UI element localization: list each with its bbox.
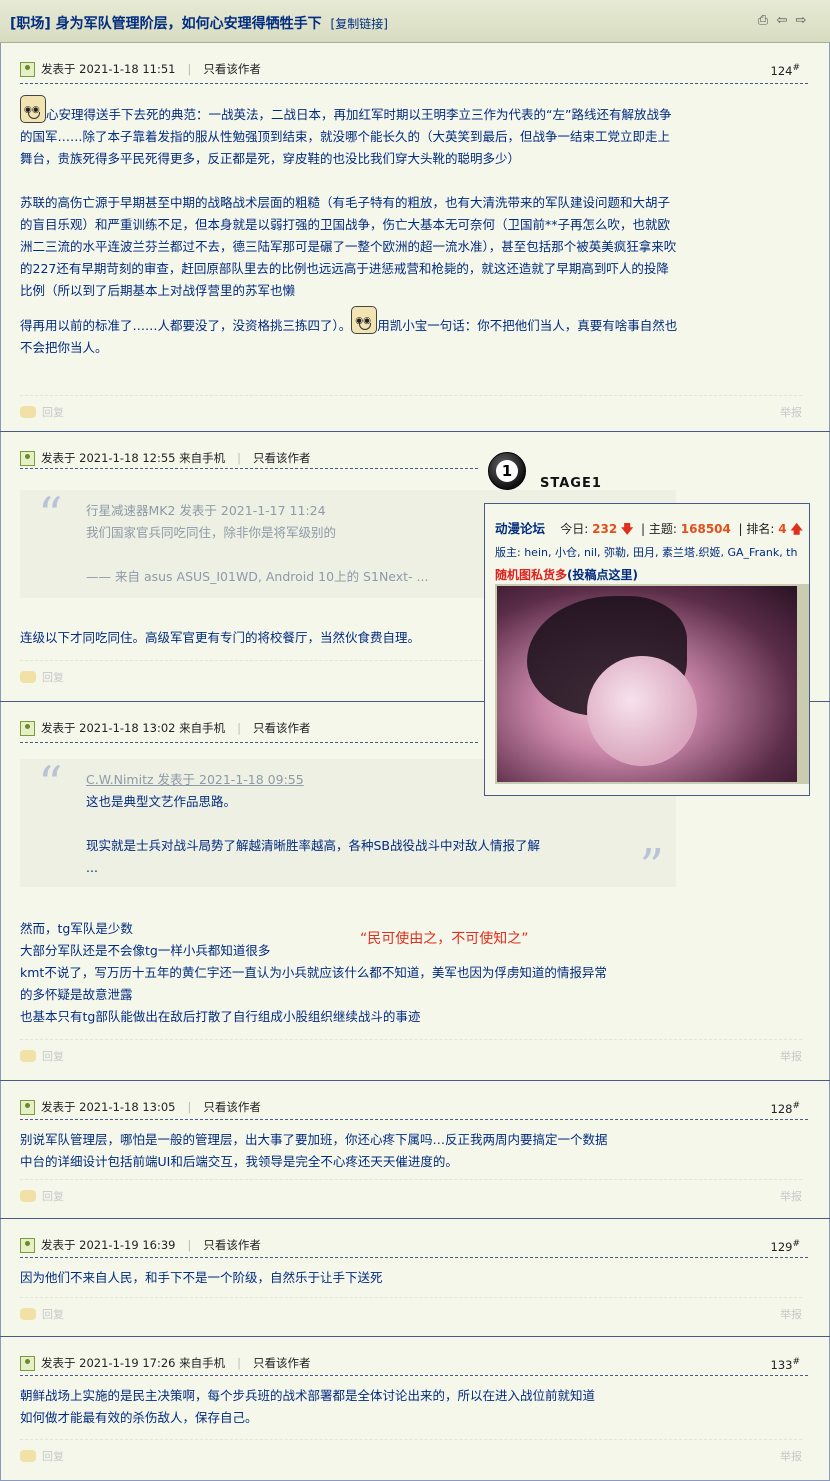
- post-footer: 回复 举报: [20, 1297, 802, 1322]
- post-meta: 发表于 2021-1-19 17:26 来自手机 | 只看该作者: [20, 1353, 311, 1373]
- reply-button[interactable]: 回复: [20, 669, 64, 685]
- post-128: 发表于 2021-1-18 13:05 | 只看该作者 128# 别说军队管理层…: [0, 1081, 830, 1219]
- only-author-link[interactable]: 只看该作者: [203, 1099, 261, 1115]
- user-icon[interactable]: [20, 1355, 35, 1371]
- forum-name-link[interactable]: 动漫论坛: [495, 521, 545, 536]
- only-author-link[interactable]: 只看该作者: [253, 450, 311, 466]
- prev-icon[interactable]: ⇦: [775, 14, 789, 28]
- copy-link[interactable]: [复制链接]: [331, 17, 388, 31]
- report-button[interactable]: 举报: [780, 1188, 802, 1204]
- random-pic-header: 随机图私货多(投稿点这里): [495, 568, 638, 582]
- report-button[interactable]: 举报: [780, 1448, 802, 1464]
- post-body: 别说军队管理层，哪怕是一般的管理层，出大事了要加班，你还心疼下属吗…反正我两周内…: [20, 1132, 608, 1169]
- thread-title: [职场] 身为军队管理阶层，如何心安理得牺牲手下 [复制链接]: [10, 16, 388, 32]
- moderator-list: 版主: hein, 小仓, nil, 弥勒, 田月, 素兰塔.织姬, GA_Fr…: [495, 546, 798, 559]
- post-body: 朝鲜战场上实施的是民主决策啊，每个步兵班的战术部署都是全体讨论出来的，所以在进入…: [20, 1388, 596, 1425]
- reply-icon: [20, 1190, 36, 1202]
- reply-button[interactable]: 回复: [20, 404, 64, 420]
- user-icon[interactable]: [20, 720, 35, 736]
- open-quote-icon: “: [38, 487, 63, 543]
- user-icon[interactable]: [20, 1237, 35, 1253]
- post-body: 心安理得送手下去死的典范：一战英法，二战日本，再加红军时期以王明李立三作为代表的…: [20, 95, 680, 359]
- header-tools: ⎙ ⇦ ⇨: [756, 14, 808, 28]
- stage-label: STAGE1: [540, 476, 602, 491]
- quote-author: 行星减速器MK2 发表于 2021-1-17 11:24: [86, 503, 326, 518]
- post-meta: 发表于 2021-1-19 16:39 | 只看该作者: [20, 1235, 261, 1255]
- post-meta: 发表于 2021-1-18 13:02 来自手机 | 只看该作者: [20, 718, 311, 738]
- open-quote-icon: “: [38, 756, 63, 812]
- post-meta: 发表于 2021-1-18 13:05 | 只看该作者: [20, 1097, 261, 1117]
- post-129: 发表于 2021-1-19 16:39 | 只看该作者 129# 因为他们不来自…: [0, 1219, 830, 1337]
- post-footer: 回复 举报: [20, 395, 802, 420]
- print-icon[interactable]: ⎙: [756, 14, 770, 28]
- only-author-link[interactable]: 只看该作者: [203, 1237, 261, 1253]
- reply-icon: [20, 1308, 36, 1320]
- next-icon[interactable]: ⇨: [794, 14, 808, 28]
- post-meta: 发表于 2021-1-18 11:51 | 只看该作者: [20, 59, 261, 79]
- down-arrow-icon: 🡇: [621, 522, 634, 536]
- post-133: 发表于 2021-1-19 17:26 来自手机 | 只看该作者 133# 朝鲜…: [0, 1337, 830, 1481]
- smiley-emoticon-icon: [20, 95, 46, 123]
- user-icon[interactable]: [20, 61, 35, 77]
- only-author-link[interactable]: 只看该作者: [253, 1355, 311, 1371]
- floor-number[interactable]: 133#: [771, 1357, 801, 1372]
- stage-badge-icon: 1: [484, 448, 534, 498]
- floor-number[interactable]: 124#: [771, 63, 801, 78]
- reply-button[interactable]: 回复: [20, 1306, 64, 1322]
- red-annotation: “民可使由之，不可使知之”: [360, 931, 529, 947]
- post-body: 因为他们不来自人民，和手下不是一个阶级，自然乐于让手下送死: [20, 1270, 383, 1285]
- thread-header: [职场] 身为军队管理阶层，如何心安理得牺牲手下 [复制链接] ⎙ ⇦ ⇨: [0, 0, 830, 43]
- quote-author-link[interactable]: C.W.Nimitz: [86, 772, 154, 787]
- close-quote-icon: ”: [639, 839, 664, 895]
- floor-number[interactable]: 128#: [771, 1101, 801, 1116]
- report-button[interactable]: 举报: [780, 1048, 802, 1064]
- report-button[interactable]: 举报: [780, 404, 802, 420]
- reply-icon: [20, 406, 36, 418]
- post-124: 发表于 2021-1-18 11:51 | 只看该作者 124# 心安理得送手下…: [0, 43, 830, 432]
- only-author-link[interactable]: 只看该作者: [203, 61, 261, 77]
- only-author-link[interactable]: 只看该作者: [253, 720, 311, 736]
- post-footer: 回复 举报: [20, 1179, 802, 1204]
- post-body: 然而，tg军队是少数 大部分军队还是不会像tg一样小兵都知道很多 kmt不说了，…: [20, 921, 607, 1024]
- reply-icon: [20, 1450, 36, 1462]
- post-meta: 发表于 2021-1-18 12:55 来自手机 | 只看该作者: [20, 448, 311, 468]
- forum-stats: 动漫论坛 今日: 232 🡇 | 主题: 168504 | 排名: 4 🡅: [495, 521, 803, 536]
- floor-number[interactable]: 129#: [771, 1239, 801, 1254]
- reply-icon: [20, 671, 36, 683]
- random-anime-image[interactable]: [495, 584, 809, 784]
- submit-link[interactable]: (投稿点这里): [567, 568, 638, 582]
- forum-info-popup: 动漫论坛 今日: 232 🡇 | 主题: 168504 | 排名: 4 🡅 版主…: [484, 503, 810, 796]
- user-icon[interactable]: [20, 450, 35, 466]
- user-icon[interactable]: [20, 1099, 35, 1115]
- reply-icon: [20, 1050, 36, 1062]
- reply-button[interactable]: 回复: [20, 1188, 64, 1204]
- up-arrow-icon: 🡅: [790, 522, 803, 536]
- report-button[interactable]: 举报: [780, 1306, 802, 1322]
- post-footer: 回复 举报: [20, 1039, 802, 1064]
- post-footer: 回复 举报: [20, 1439, 802, 1464]
- reply-button[interactable]: 回复: [20, 1048, 64, 1064]
- reply-button[interactable]: 回复: [20, 1448, 64, 1464]
- grin-emoticon-icon: [351, 306, 378, 334]
